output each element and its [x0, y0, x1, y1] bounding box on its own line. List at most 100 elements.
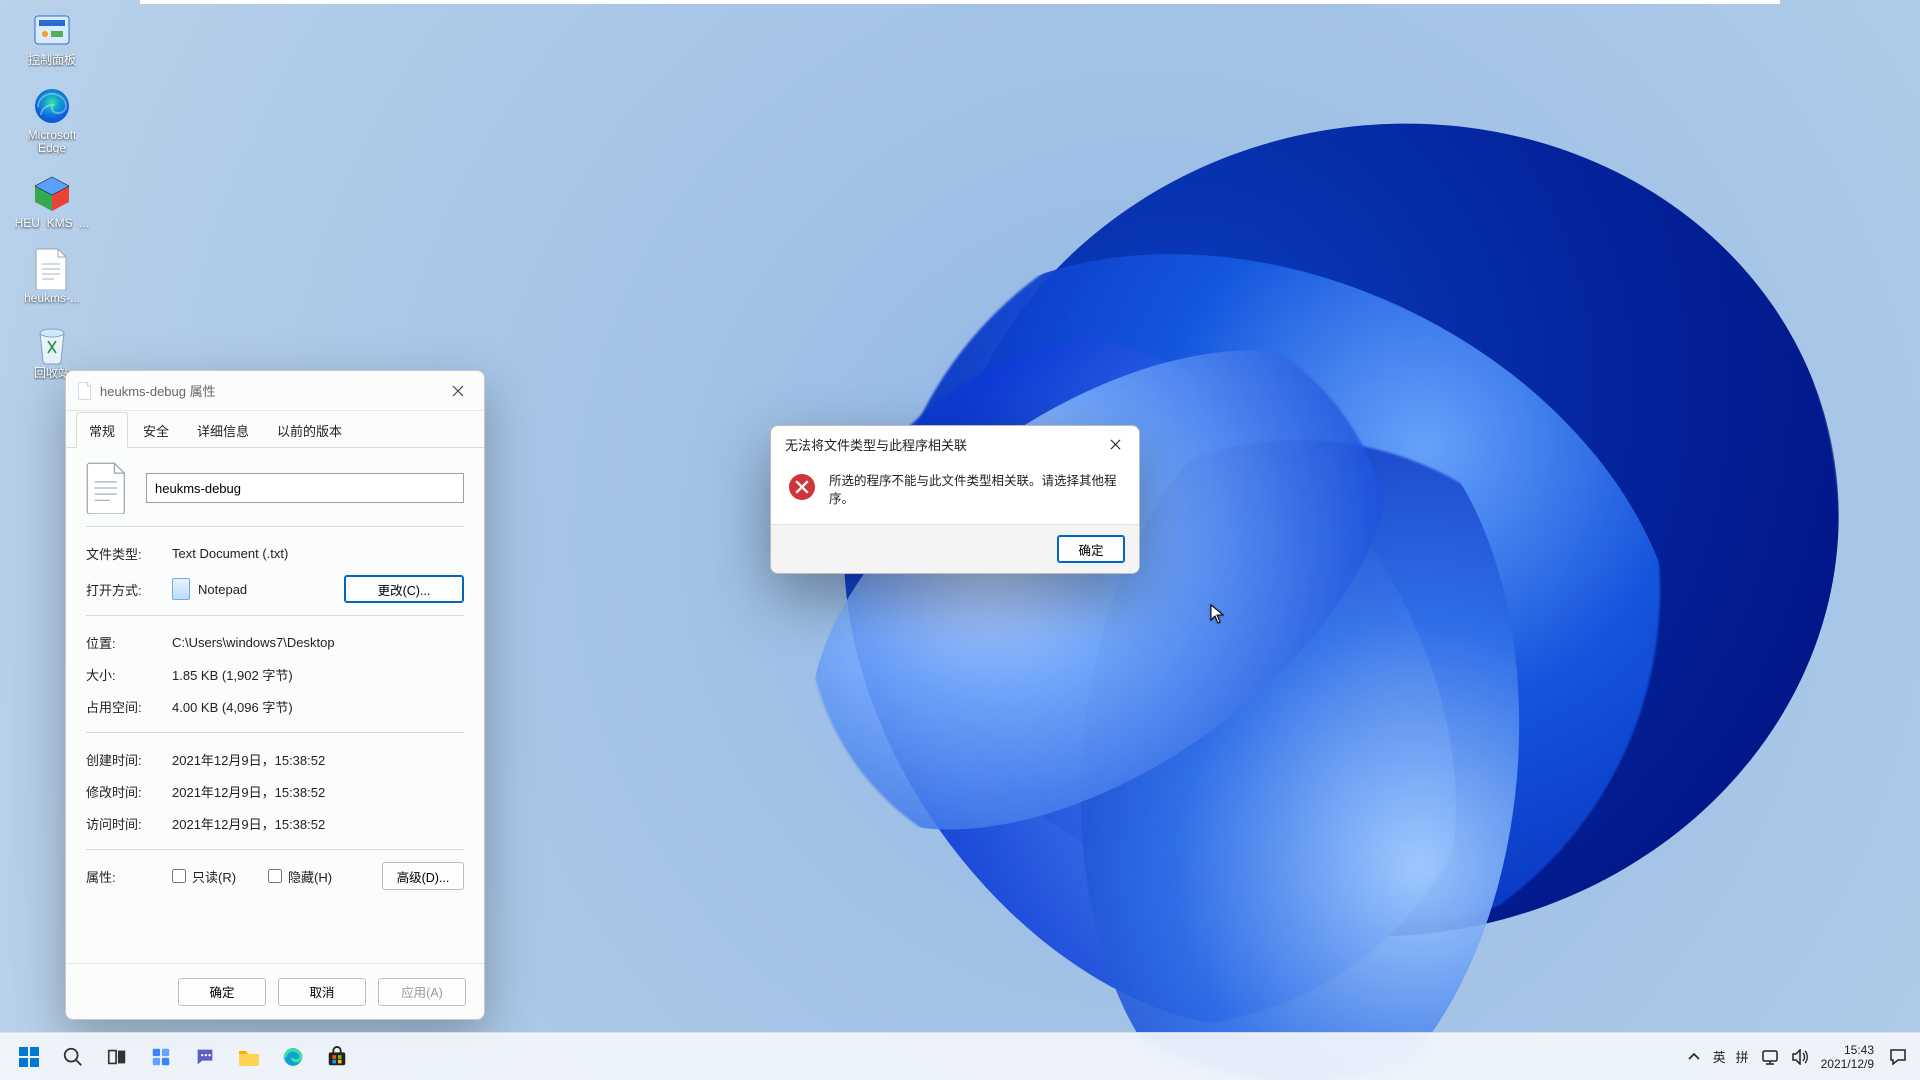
chevron-up-icon [1687, 1050, 1701, 1064]
store-button[interactable] [316, 1037, 358, 1077]
label-open-with: 打开方式: [86, 580, 172, 599]
ok-button[interactable]: 确定 [178, 978, 266, 1006]
widgets-button[interactable] [140, 1037, 182, 1077]
advanced-button[interactable]: 高级(D)... [382, 862, 464, 890]
titlebar[interactable]: heukms-debug 属性 [66, 371, 484, 411]
chat-button[interactable] [184, 1037, 226, 1077]
desktop-icon-control-panel[interactable]: 控制面板 [6, 8, 98, 69]
value-created: 2021年12月9日，15:38:52 [172, 750, 464, 769]
hidden-checkbox[interactable]: 隐藏(H) [268, 867, 332, 886]
label-size: 大小: [86, 665, 172, 684]
value-accessed: 2021年12月9日，15:38:52 [172, 814, 464, 833]
volume-button[interactable] [1791, 1049, 1809, 1065]
label-size-on-disk: 占用空间: [86, 697, 172, 716]
taskbar-left [8, 1037, 358, 1077]
hidden-checkbox-input[interactable] [268, 869, 282, 883]
tab-details[interactable]: 详细信息 [184, 412, 262, 448]
desktop-icon-label: heukms-... [24, 292, 80, 305]
chat-icon [194, 1046, 216, 1068]
recycle-bin-icon [31, 323, 73, 365]
ime-mode: 拼 [1736, 1047, 1749, 1066]
file-name-input[interactable] [146, 473, 464, 503]
cursor-icon [1210, 604, 1224, 624]
taskbar: 英 拼 15:43 2021/12/9 [0, 1032, 1920, 1080]
system-tray: 英 拼 [1687, 1047, 1809, 1066]
value-type: Text Document (.txt) [172, 546, 464, 561]
start-button[interactable] [8, 1037, 50, 1077]
search-button[interactable] [52, 1037, 94, 1077]
search-icon [62, 1046, 84, 1068]
close-icon [452, 385, 464, 397]
label-attributes: 属性: [86, 867, 172, 886]
tab-security[interactable]: 安全 [130, 412, 182, 448]
error-message: 所选的程序不能与此文件类型相关联。请选择其他程序。 [829, 472, 1121, 508]
desktop-icons: 控制面板 Microsoft Edge HEU_KMS_... heukms-.… [6, 8, 98, 382]
cube-icon [31, 173, 73, 215]
folder-icon [237, 1046, 261, 1068]
error-close-button[interactable] [1095, 430, 1135, 458]
tab-previous-versions[interactable]: 以前的版本 [264, 412, 355, 448]
tray-overflow-button[interactable] [1687, 1050, 1701, 1064]
task-view-icon [106, 1046, 128, 1068]
text-file-icon [86, 462, 128, 514]
hidden-label: 隐藏(H) [288, 867, 332, 886]
desktop-icon-label: 控制面板 [28, 54, 76, 67]
properties-window: heukms-debug 属性 常规 安全 详细信息 以前的版本 文件类型: T… [65, 370, 485, 1020]
error-dialog: 无法将文件类型与此程序相关联 所选的程序不能与此文件类型相关联。请选择其他程序。… [770, 425, 1140, 574]
desktop-icon-heukms-debug[interactable]: heukms-... [6, 246, 98, 307]
desktop-icon-label: HEU_KMS_... [15, 217, 90, 230]
window-title: heukms-debug 属性 [100, 381, 216, 400]
windows-icon [17, 1045, 41, 1069]
ime-language: 英 [1713, 1047, 1726, 1066]
error-ok-button[interactable]: 确定 [1057, 535, 1125, 563]
network-button[interactable] [1761, 1049, 1779, 1065]
readonly-checkbox[interactable]: 只读(R) [172, 867, 236, 886]
properties-footer: 确定 取消 应用(A) [66, 963, 484, 1019]
apply-button[interactable]: 应用(A) [378, 978, 466, 1006]
desktop-icon-edge[interactable]: Microsoft Edge [6, 83, 98, 157]
ime-indicator[interactable]: 英 拼 [1713, 1047, 1749, 1066]
change-button[interactable]: 更改(C)... [344, 575, 464, 603]
close-button[interactable] [436, 375, 480, 407]
edge-icon [31, 85, 73, 127]
value-modified: 2021年12月9日，15:38:52 [172, 782, 464, 801]
readonly-checkbox-input[interactable] [172, 869, 186, 883]
taskbar-right: 英 拼 15:43 2021/12/9 [1687, 1043, 1910, 1071]
network-icon [1761, 1049, 1779, 1065]
notepad-icon [172, 578, 190, 600]
edge-icon [282, 1046, 304, 1068]
error-titlebar[interactable]: 无法将文件类型与此程序相关联 [771, 426, 1139, 462]
store-icon [326, 1046, 348, 1068]
volume-icon [1791, 1049, 1809, 1065]
value-size: 1.85 KB (1,902 字节) [172, 665, 464, 684]
error-icon [789, 474, 815, 500]
error-title: 无法将文件类型与此程序相关联 [785, 435, 967, 454]
control-panel-icon [31, 10, 73, 52]
label-accessed: 访问时间: [86, 814, 172, 833]
label-location: 位置: [86, 633, 172, 652]
value-size-on-disk: 4.00 KB (4,096 字节) [172, 697, 464, 716]
close-icon [1110, 439, 1121, 450]
edge-taskbar-button[interactable] [272, 1037, 314, 1077]
text-file-icon [31, 248, 73, 290]
cancel-button[interactable]: 取消 [278, 978, 366, 1006]
readonly-label: 只读(R) [192, 867, 236, 886]
clock[interactable]: 15:43 2021/12/9 [1821, 1043, 1874, 1071]
top-strip [140, 0, 1780, 4]
desktop-icon-label: Microsoft Edge [28, 129, 77, 155]
task-view-button[interactable] [96, 1037, 138, 1077]
desktop-icon-heu-kms[interactable]: HEU_KMS_... [6, 171, 98, 232]
file-explorer-button[interactable] [228, 1037, 270, 1077]
widgets-icon [150, 1046, 172, 1068]
text-file-icon [78, 382, 92, 400]
tabs: 常规 安全 详细信息 以前的版本 [66, 411, 484, 448]
value-open-with: Notepad [198, 582, 247, 597]
label-created: 创建时间: [86, 750, 172, 769]
value-location: C:\Users\windows7\Desktop [172, 635, 464, 650]
clock-date: 2021/12/9 [1821, 1057, 1874, 1071]
notifications-button[interactable] [1886, 1045, 1910, 1069]
notifications-icon [1889, 1048, 1907, 1066]
clock-time: 15:43 [1821, 1043, 1874, 1057]
tab-general[interactable]: 常规 [76, 412, 128, 448]
label-modified: 修改时间: [86, 782, 172, 801]
